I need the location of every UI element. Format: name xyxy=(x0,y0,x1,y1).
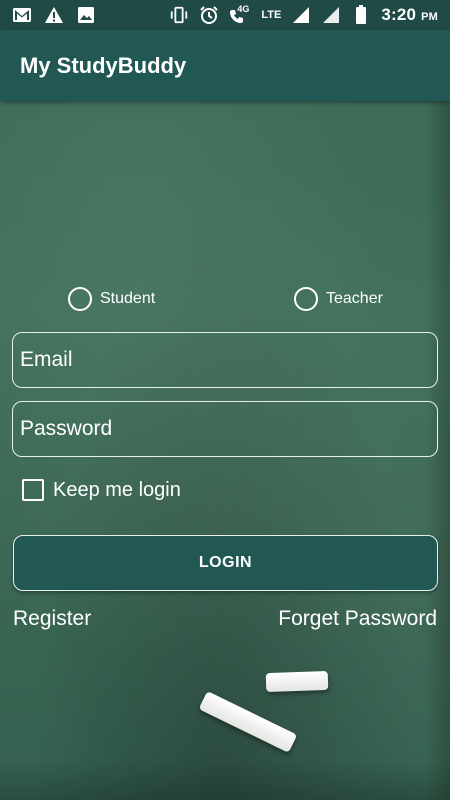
status-notifications xyxy=(12,6,96,24)
register-link[interactable]: Register xyxy=(13,607,91,631)
vibrate-icon xyxy=(169,6,189,24)
alarm-icon xyxy=(199,6,219,24)
keep-login-label: Keep me login xyxy=(53,478,181,501)
signal-icon xyxy=(291,6,311,24)
radio-teacher[interactable]: Teacher xyxy=(294,286,383,312)
battery-icon xyxy=(351,5,371,24)
signal-icon-2 xyxy=(321,6,341,24)
keep-login-checkbox[interactable]: Keep me login xyxy=(22,477,181,503)
radio-circle-student[interactable] xyxy=(68,287,92,311)
radio-circle-teacher[interactable] xyxy=(294,287,318,311)
image-icon xyxy=(76,6,96,24)
password-field[interactable] xyxy=(12,401,438,457)
call-4g-icon: 4G xyxy=(229,4,251,24)
forget-password-link[interactable]: Forget Password xyxy=(278,607,437,631)
network-4g-label: 4G xyxy=(237,4,250,14)
radio-student-label: Student xyxy=(100,290,156,307)
status-indicators: 4G LTE 3:20 PM xyxy=(169,4,438,25)
warning-icon xyxy=(44,6,64,24)
app-title: My StudyBuddy xyxy=(20,52,187,78)
radio-teacher-label: Teacher xyxy=(326,290,383,307)
radio-student[interactable]: Student xyxy=(68,286,155,312)
gmail-icon xyxy=(12,6,32,24)
checkbox-box[interactable] xyxy=(22,479,44,501)
app-bar: My StudyBuddy xyxy=(0,30,450,101)
chalk-piece-image-2 xyxy=(265,670,329,693)
status-time-value: 3:20 xyxy=(381,5,417,24)
chalkboard-bottom-shadow xyxy=(0,760,450,800)
status-time: 3:20 PM xyxy=(381,5,438,25)
status-bar: 4G LTE 3:20 PM xyxy=(0,0,450,30)
login-button[interactable]: LOGIN xyxy=(13,535,438,591)
email-field[interactable] xyxy=(12,332,438,388)
status-time-ampm: PM xyxy=(421,11,438,23)
network-type-label: LTE xyxy=(261,9,282,21)
